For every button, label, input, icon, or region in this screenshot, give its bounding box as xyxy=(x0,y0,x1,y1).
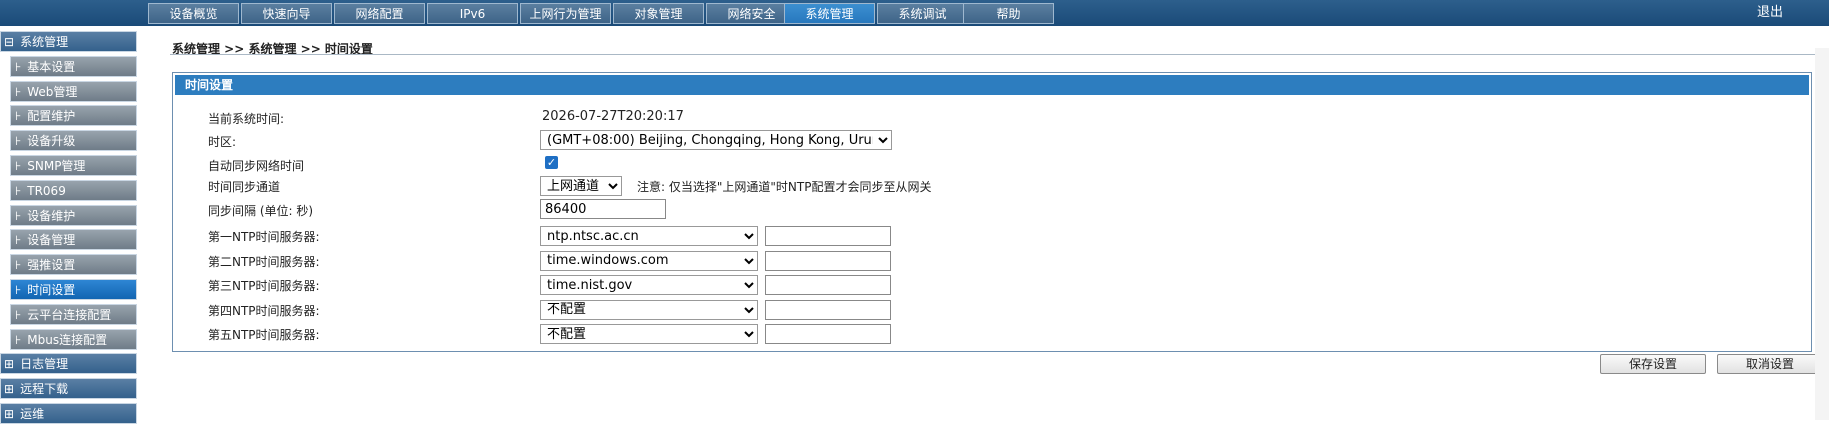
timezone-select[interactable]: (GMT+08:00) Beijing, Chongqing, Hong Kon… xyxy=(540,130,892,150)
current-time-label: 当前系统时间: xyxy=(208,112,285,126)
tree-branch-icon: ⊦ xyxy=(15,283,22,297)
sidebar-item-9[interactable]: ⊦ 强推设置 xyxy=(10,254,137,276)
sync-interval-input[interactable] xyxy=(540,199,666,219)
ntp-server-custom-input[interactable] xyxy=(765,299,891,320)
tab-ipv6[interactable]: IPv6 xyxy=(427,3,518,24)
sidebar-item-label: 基本设置 xyxy=(27,59,76,74)
sidebar-group-14[interactable]: ⊞ 远程下载 xyxy=(0,378,137,400)
ntp-server-label: 第五NTP时间服务器: xyxy=(208,328,320,343)
sidebar-group-15[interactable]: ⊞ 运维 xyxy=(0,403,137,424)
ntp-server-label: 第二NTP时间服务器: xyxy=(208,254,320,269)
sidebar-item-8[interactable]: ⊦ 设备管理 xyxy=(10,229,137,251)
ntp-server-select[interactable]: ntp.ntsc.ac.cn xyxy=(540,226,758,246)
ntp-server-custom-input[interactable] xyxy=(765,226,891,246)
sidebar-item-label: 强推设置 xyxy=(27,258,76,273)
ntp-server-select[interactable]: 不配置 xyxy=(540,299,758,320)
sidebar-item-1[interactable]: ⊦ 基本设置 xyxy=(10,55,137,77)
ntp-server-custom-input[interactable] xyxy=(765,324,891,345)
ntp-server-label: 第一NTP时间服务器: xyxy=(208,230,320,244)
tab-system-debug[interactable]: 系统调试 xyxy=(877,3,968,24)
sidebar-item-11[interactable]: ⊦ 云平台连接配置 xyxy=(10,303,137,325)
sidebar-item-label: Web管理 xyxy=(27,84,78,99)
ntp-server-custom-input[interactable] xyxy=(765,250,891,271)
sidebar-item-label: 远程下载 xyxy=(20,382,69,397)
breadcrumb-divider xyxy=(170,54,1829,55)
tab-help[interactable]: 帮助 xyxy=(963,3,1054,24)
sync-channel-select[interactable]: 上网通道 xyxy=(540,176,622,196)
sidebar-item-label: 日志管理 xyxy=(20,357,69,372)
sidebar-item-label: 时间设置 xyxy=(27,283,76,297)
sidebar-item-12[interactable]: ⊦ Mbus连接配置 xyxy=(10,328,137,350)
tree-branch-icon: ⊦ xyxy=(15,59,22,74)
tree-toggle-icon: ⊞ xyxy=(4,382,15,397)
sidebar-item-label: 设备升级 xyxy=(27,134,76,149)
current-time-value: 2026-07-27T20:20:17 xyxy=(542,109,684,124)
time-settings-panel: 时间设置 xyxy=(172,72,1812,352)
ntp-server-custom-input[interactable] xyxy=(765,275,891,296)
tree-branch-icon: ⊦ xyxy=(15,307,22,322)
cancel-button[interactable]: 取消设置 xyxy=(1717,354,1823,374)
tree-branch-icon: ⊦ xyxy=(15,332,22,347)
sidebar-item-4[interactable]: ⊦ 设备升级 xyxy=(10,130,137,152)
sidebar-item-label: 设备维护 xyxy=(27,208,76,223)
tree-branch-icon: ⊦ xyxy=(15,233,22,248)
sidebar-group-0[interactable]: ⊟ 系统管理 xyxy=(0,31,137,52)
ntp-server-label: 第四NTP时间服务器: xyxy=(208,303,320,318)
sidebar-item-label: 设备管理 xyxy=(27,233,76,248)
ntp-server-select[interactable]: time.nist.gov xyxy=(540,275,758,296)
sidebar-item-3[interactable]: ⊦ 配置维护 xyxy=(10,105,137,127)
auto-sync-label: 自动同步网络时间 xyxy=(208,159,305,173)
tree-toggle-icon: ⊟ xyxy=(4,35,15,49)
panel-title: 时间设置 xyxy=(175,75,1809,95)
tree-branch-icon: ⊦ xyxy=(15,183,22,198)
tab-quick-wizard[interactable]: 快速向导 xyxy=(241,3,332,24)
tree-branch-icon: ⊦ xyxy=(15,84,22,99)
tab-object-management[interactable]: 对象管理 xyxy=(613,3,704,24)
tree-branch-icon: ⊦ xyxy=(15,208,22,223)
sidebar-item-10[interactable]: ⊦ 时间设置 xyxy=(10,279,137,300)
sidebar-item-5[interactable]: ⊦ SNMP管理 xyxy=(10,155,137,176)
ntp-server-select[interactable]: 不配置 xyxy=(540,324,758,345)
tab-network-config[interactable]: 网络配置 xyxy=(334,3,425,24)
tree-branch-icon: ⊦ xyxy=(15,258,22,273)
sidebar-item-6[interactable]: ⊦ TR069 xyxy=(10,179,137,201)
auto-sync-checkbox[interactable]: ✓ xyxy=(545,156,558,169)
sidebar-item-label: 配置维护 xyxy=(27,109,76,124)
tab-device-overview[interactable]: 设备概览 xyxy=(148,3,239,24)
logout-link[interactable]: 退出 xyxy=(1757,0,1783,26)
tree-toggle-icon: ⊞ xyxy=(4,357,15,372)
sidebar-item-2[interactable]: ⊦ Web管理 xyxy=(10,80,137,102)
sidebar-item-label: TR069 xyxy=(27,183,66,198)
tree-toggle-icon: ⊞ xyxy=(4,407,15,421)
tab-behavior-management[interactable]: 上网行为管理 xyxy=(520,3,611,24)
vertical-scrollbar[interactable] xyxy=(1815,48,1829,420)
sidebar-item-label: Mbus连接配置 xyxy=(27,332,108,347)
sync-channel-note: 注意: 仅当选择"上网通道"时NTP配置才会同步至从网关 xyxy=(637,180,932,194)
sidebar-group-13[interactable]: ⊞ 日志管理 xyxy=(0,353,137,375)
ntp-server-select[interactable]: time.windows.com xyxy=(540,250,758,271)
sidebar-item-label: 运维 xyxy=(20,407,45,421)
sidebar-item-label: SNMP管理 xyxy=(27,159,86,173)
tree-branch-icon: ⊦ xyxy=(15,159,22,173)
top-nav-bar: 设备概览 快速向导 网络配置 IPv6 上网行为管理 对象管理 网络安全 系统管… xyxy=(0,0,1829,26)
sidebar-item-7[interactable]: ⊦ 设备维护 xyxy=(10,204,137,226)
timezone-label: 时区: xyxy=(208,135,237,149)
tree-branch-icon: ⊦ xyxy=(15,109,22,124)
sync-channel-label: 时间同步通道 xyxy=(208,180,281,194)
save-button[interactable]: 保存设置 xyxy=(1600,354,1706,374)
tree-branch-icon: ⊦ xyxy=(15,134,22,149)
sync-interval-label: 同步间隔 (单位: 秒) xyxy=(208,204,314,218)
ntp-server-label: 第三NTP时间服务器: xyxy=(208,279,320,294)
sidebar: ⊟ 系统管理 ⊦ 基本设置 ⊦ Web管理 ⊦ 配置维护 ⊦ 设备升级 ⊦ SNMP管理 ⊦ TR069 ⊦… xyxy=(0,26,140,424)
sidebar-item-label: 云平台连接配置 xyxy=(27,307,112,322)
sidebar-item-label: 系统管理 xyxy=(20,35,69,49)
tab-system-management[interactable]: 系统管理 xyxy=(784,3,875,24)
